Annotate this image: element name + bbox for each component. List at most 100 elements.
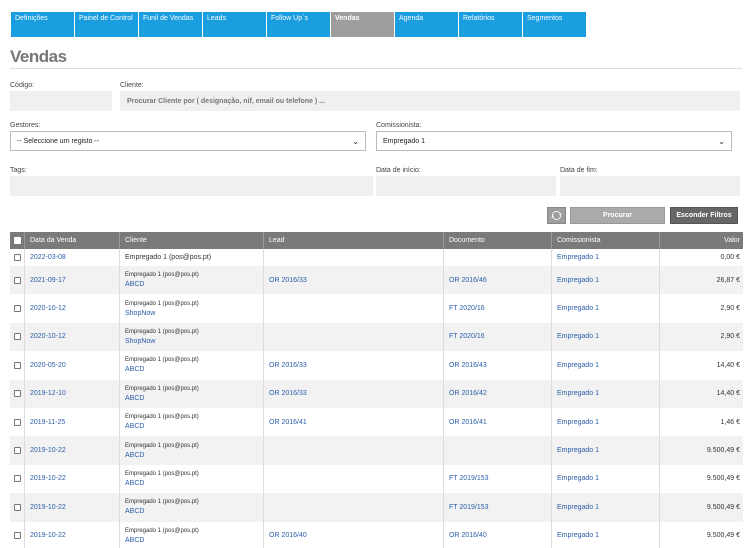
row-checkbox[interactable] bbox=[14, 390, 21, 398]
cliente-search-input[interactable]: Procurar Cliente por ( designação, nif, … bbox=[120, 91, 740, 111]
client-cell: Empregado 1 (pos@pos.pt) ABCD bbox=[120, 266, 264, 295]
gestores-select[interactable]: -- Seleccione um registo -- ⌄ bbox=[10, 131, 366, 151]
client-link[interactable]: ShopNow bbox=[125, 310, 155, 317]
sale-date-link[interactable]: 2022-03-08 bbox=[30, 254, 66, 261]
sale-date-link[interactable]: 2019-11-25 bbox=[30, 419, 65, 426]
document-link[interactable]: OR 2016/40 bbox=[449, 532, 487, 539]
row-checkbox[interactable] bbox=[14, 475, 21, 483]
table-row[interactable]: 2019-11-25 Empregado 1 (pos@pos.pt) ABCD OR… bbox=[10, 407, 743, 437]
row-checkbox[interactable] bbox=[14, 447, 21, 455]
document-link[interactable]: FT 2019/153 bbox=[449, 475, 489, 482]
client-link[interactable]: ABCD bbox=[125, 452, 144, 459]
client-link[interactable]: ABCD bbox=[125, 395, 144, 402]
table-row[interactable]: 2021-09-17 Empregado 1 (pos@pos.pt) ABCD OR… bbox=[10, 266, 743, 295]
client-link[interactable]: ShopNow bbox=[125, 338, 155, 345]
lead-link[interactable]: OR 2016/40 bbox=[269, 532, 307, 539]
tab-funil-de-vendas[interactable]: Funil de Vendas bbox=[139, 12, 202, 37]
commission-agent-link[interactable]: Empregado 1 bbox=[557, 475, 599, 482]
sale-date-link[interactable]: 2019-10-22 bbox=[30, 447, 66, 454]
row-checkbox-cell bbox=[10, 521, 25, 548]
tab-agenda[interactable]: Agenda bbox=[395, 12, 458, 37]
commission-agent-link[interactable]: Empregado 1 bbox=[557, 254, 599, 261]
sale-date-link[interactable]: 2021-09-17 bbox=[30, 277, 66, 284]
commission-agent-link[interactable]: Empregado 1 bbox=[557, 504, 599, 511]
tab-relatorios[interactable]: Relatórios bbox=[459, 12, 522, 37]
document-link[interactable]: OR 2016/46 bbox=[449, 277, 487, 284]
lead-link[interactable]: OR 2016/41 bbox=[269, 419, 307, 426]
row-checkbox[interactable] bbox=[14, 532, 21, 540]
codigo-input[interactable] bbox=[10, 91, 112, 111]
sale-date-link[interactable]: 2019-10-22 bbox=[30, 475, 66, 482]
header-data-da-venda[interactable]: Data da Venda bbox=[25, 232, 120, 249]
table-row[interactable]: 2019-10-22 Empregado 1 (pos@pos.pt) ABCD Em… bbox=[10, 436, 743, 465]
tab-segmentos[interactable]: Segmentos bbox=[523, 12, 586, 37]
table-row[interactable]: 2022-03-08 Empregado 1 (pos@pos.pt) Empreg… bbox=[10, 249, 743, 266]
sale-date-link[interactable]: 2020-05-20 bbox=[30, 362, 66, 369]
row-checkbox[interactable] bbox=[14, 254, 21, 261]
data-inicio-input[interactable] bbox=[376, 176, 556, 196]
document-link[interactable]: FT 2020/16 bbox=[449, 305, 485, 312]
row-checkbox[interactable] bbox=[14, 361, 21, 369]
table-row[interactable]: 2019-10-22 Empregado 1 (pos@pos.pt) ABCD OR… bbox=[10, 521, 743, 548]
row-checkbox[interactable] bbox=[14, 276, 21, 284]
lead-link[interactable]: OR 2016/33 bbox=[269, 277, 307, 284]
sale-date-link[interactable]: 2019-10-22 bbox=[30, 504, 66, 511]
row-checkbox[interactable] bbox=[14, 418, 21, 426]
header-documento[interactable]: Documento bbox=[444, 232, 552, 249]
sale-value: 9.500,49 € bbox=[706, 475, 740, 483]
client-link[interactable]: ABCD bbox=[125, 480, 144, 487]
commission-agent-link[interactable]: Empregado 1 bbox=[557, 390, 599, 397]
commission-agent-link[interactable]: Empregado 1 bbox=[557, 447, 599, 454]
search-button[interactable]: Procurar bbox=[570, 207, 665, 224]
commission-agent-link[interactable]: Empregado 1 bbox=[557, 362, 599, 369]
commission-agent-link[interactable]: Empregado 1 bbox=[557, 532, 599, 539]
client-link[interactable]: ABCD bbox=[125, 537, 144, 544]
tab-leads[interactable]: Leads bbox=[203, 12, 266, 37]
tab-follow-ups[interactable]: Follow Up´s bbox=[267, 12, 330, 37]
commission-agent-link[interactable]: Empregado 1 bbox=[557, 305, 599, 312]
document-link[interactable]: OR 2016/42 bbox=[449, 390, 487, 397]
tags-input[interactable] bbox=[10, 176, 373, 196]
lead-link[interactable]: OR 2016/33 bbox=[269, 390, 307, 397]
document-link[interactable]: FT 2020/16 bbox=[449, 333, 485, 340]
data-fim-input[interactable] bbox=[560, 176, 740, 196]
client-link[interactable]: ABCD bbox=[125, 423, 144, 430]
tab-definicoes[interactable]: Definições bbox=[11, 12, 74, 37]
client-link[interactable]: ABCD bbox=[125, 366, 144, 373]
sale-date-link[interactable]: 2020-10-12 bbox=[30, 305, 66, 312]
table-row[interactable]: 2019-10-22 Empregado 1 (pos@pos.pt) ABCD FT… bbox=[10, 464, 743, 494]
table-row[interactable]: 2019-10-22 Empregado 1 (pos@pos.pt) ABCD FT… bbox=[10, 493, 743, 522]
table-row[interactable]: 2020-10-12 Empregado 1 (pos@pos.pt) ShopNo… bbox=[10, 322, 743, 352]
tab-painel-de-control[interactable]: Painel de Control bbox=[75, 12, 138, 37]
select-all-checkbox[interactable] bbox=[14, 237, 21, 244]
document-link[interactable]: OR 2016/41 bbox=[449, 419, 487, 426]
refresh-button[interactable] bbox=[547, 207, 566, 224]
row-checkbox[interactable] bbox=[14, 333, 21, 341]
document-link[interactable]: FT 2019/153 bbox=[449, 504, 489, 511]
tab-vendas[interactable]: Vendas bbox=[331, 12, 394, 37]
document-link[interactable]: OR 2016/43 bbox=[449, 362, 487, 369]
sale-date-link[interactable]: 2019-12-10 bbox=[30, 390, 66, 397]
title-divider bbox=[10, 68, 742, 69]
client-link[interactable]: ABCD bbox=[125, 508, 144, 515]
sale-value: 0,00 € bbox=[720, 254, 740, 261]
header-cliente[interactable]: Cliente bbox=[120, 232, 264, 249]
table-row[interactable]: 2020-05-20 Empregado 1 (pos@pos.pt) ABCD OR… bbox=[10, 351, 743, 380]
sale-value: 14,40 € bbox=[716, 390, 740, 398]
sale-date-link[interactable]: 2020-10-12 bbox=[30, 333, 66, 340]
header-lead[interactable]: Lead bbox=[264, 232, 444, 249]
sale-date-link[interactable]: 2019-10-22 bbox=[30, 532, 66, 539]
comissionista-select[interactable]: Empregado 1 ⌄ bbox=[376, 131, 732, 151]
hide-filters-button[interactable]: Esconder Filtros bbox=[670, 207, 738, 224]
header-valor[interactable]: Valor bbox=[660, 232, 743, 249]
commission-agent-link[interactable]: Empregado 1 bbox=[557, 277, 599, 284]
lead-link[interactable]: OR 2016/33 bbox=[269, 362, 307, 369]
header-comissionista[interactable]: Comissionista bbox=[552, 232, 660, 249]
table-row[interactable]: 2020-10-12 Empregado 1 (pos@pos.pt) ShopNo… bbox=[10, 294, 743, 323]
commission-agent-link[interactable]: Empregado 1 bbox=[557, 333, 599, 340]
commission-agent-link[interactable]: Empregado 1 bbox=[557, 419, 599, 426]
row-checkbox[interactable] bbox=[14, 305, 21, 313]
row-checkbox[interactable] bbox=[14, 503, 21, 511]
table-row[interactable]: 2019-12-10 Empregado 1 (pos@pos.pt) ABCD OR… bbox=[10, 379, 743, 408]
client-link[interactable]: ABCD bbox=[125, 281, 144, 288]
